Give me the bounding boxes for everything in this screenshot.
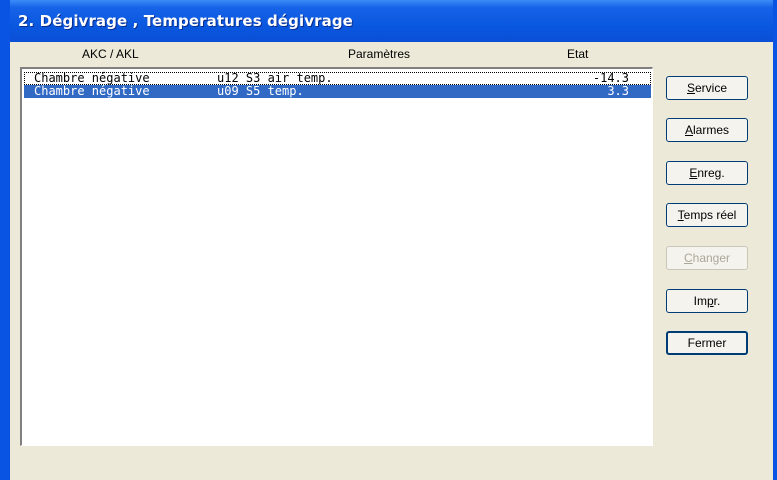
alarmes-button[interactable]: Alarmes (666, 118, 748, 142)
window-title: 2. Dégivrage , Temperatures dégivrage (18, 12, 353, 30)
enreg-button[interactable]: Enreg. (666, 161, 748, 185)
title-bar[interactable]: 2. Dégivrage , Temperatures dégivrage (0, 0, 777, 42)
row-akc: Chambre négative (34, 84, 150, 98)
row-value: 3.3 (607, 84, 629, 98)
window-border-left (0, 0, 10, 480)
values-listbox[interactable]: Chambre négative u12 S3 air temp. -14.3 … (20, 67, 653, 446)
row-parameter: u09 S5 temp. (217, 84, 304, 98)
fermer-button[interactable]: Fermer (666, 331, 748, 355)
service-button[interactable]: Service (666, 76, 748, 100)
column-header-akc[interactable]: AKC / AKL (82, 47, 139, 61)
window-border-right (773, 0, 777, 480)
column-header-etat[interactable]: Etat (567, 47, 588, 61)
column-header-parametres[interactable]: Paramètres (348, 47, 410, 61)
impr-button[interactable]: Impr. (666, 289, 748, 313)
temps-reel-button[interactable]: Temps réel (666, 203, 748, 227)
changer-button[interactable]: Changer (666, 246, 748, 270)
list-item-selected[interactable]: Chambre négative u09 S5 temp. 3.3 (24, 85, 651, 98)
